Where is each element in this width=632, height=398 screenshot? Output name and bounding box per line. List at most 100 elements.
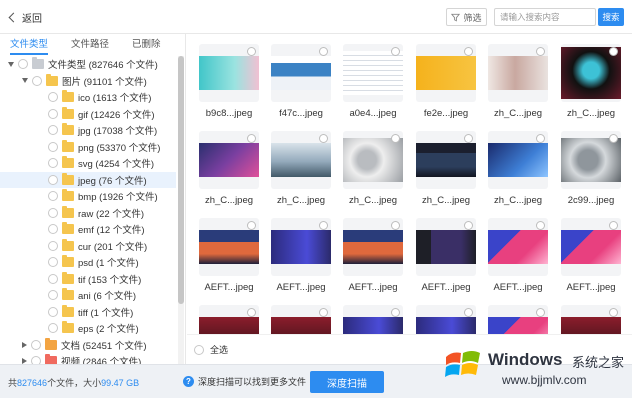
tree-item[interactable]: ico (1613 个文件) [0, 89, 176, 105]
tree-item[interactable]: 视频 (2846 个文件) [0, 353, 176, 364]
tree-item-checkbox[interactable] [48, 207, 58, 218]
thumbnail[interactable] [561, 131, 621, 189]
file-tile[interactable]: zh_C...jpeg [561, 44, 621, 119]
file-tile[interactable]: AEFT...jpeg [488, 218, 548, 293]
scrollbar-thumb[interactable] [178, 56, 184, 304]
select-radio[interactable] [391, 221, 400, 230]
file-tile[interactable]: zh_C...jpeg [199, 131, 259, 206]
tree-item[interactable]: emf (12 个文件) [0, 221, 176, 237]
thumbnail[interactable] [416, 131, 476, 189]
thumbnail[interactable] [343, 44, 403, 102]
thumbnail[interactable] [271, 218, 331, 276]
select-radio[interactable] [319, 47, 328, 56]
sidebar-scrollbar[interactable] [178, 56, 184, 364]
thumbnail[interactable] [561, 218, 621, 276]
tree-item[interactable]: bmp (1926 个文件) [0, 188, 176, 204]
file-tile[interactable]: zh_C...jpeg [271, 131, 331, 206]
file-tile[interactable]: zh_C...jpeg [488, 44, 548, 119]
file-tile[interactable] [488, 305, 548, 334]
file-tile[interactable]: zh_C...jpeg [416, 131, 476, 206]
select-radio[interactable] [536, 47, 545, 56]
tree-item-checkbox[interactable] [48, 224, 58, 234]
tree-item-checkbox[interactable] [48, 290, 58, 300]
tree-item-checkbox[interactable] [48, 306, 58, 317]
thumbnail[interactable] [488, 218, 548, 276]
caret-right-icon[interactable] [22, 341, 27, 348]
tree-item-checkbox[interactable] [48, 108, 58, 119]
tab-file-path[interactable]: 文件路径 [71, 34, 109, 56]
search-button[interactable]: 搜索 [598, 8, 624, 26]
tab-deleted[interactable]: 已删除 [132, 34, 161, 56]
select-radio[interactable] [536, 221, 545, 230]
select-radio[interactable] [464, 47, 473, 56]
file-tile[interactable] [199, 305, 259, 334]
tree-item-checkbox[interactable] [48, 141, 58, 152]
tree-item-checkbox[interactable] [48, 125, 58, 135]
thumbnail[interactable] [488, 44, 548, 102]
select-radio[interactable] [391, 134, 400, 143]
thumbnail[interactable] [416, 44, 476, 102]
select-radio[interactable] [319, 308, 328, 317]
file-tile[interactable]: a0e4...jpeg [343, 44, 403, 119]
tree-item[interactable]: svg (4254 个文件) [0, 155, 176, 171]
file-tile[interactable] [416, 305, 476, 334]
file-tile[interactable]: 2c99...jpeg [561, 131, 621, 206]
select-radio[interactable] [464, 308, 473, 317]
thumbnail[interactable] [343, 131, 403, 189]
select-radio[interactable] [609, 221, 618, 230]
file-tile[interactable]: zh_C...jpeg [343, 131, 403, 206]
tree-item[interactable]: gif (12426 个文件) [0, 106, 176, 122]
thumbnail[interactable] [561, 44, 621, 102]
select-radio[interactable] [609, 134, 618, 143]
select-radio[interactable] [247, 308, 256, 317]
thumbnail[interactable] [488, 131, 548, 189]
thumbnail[interactable] [199, 44, 259, 102]
caret-down-icon[interactable] [22, 78, 28, 83]
file-tile[interactable]: zh_C...jpeg [488, 131, 548, 206]
select-radio[interactable] [464, 221, 473, 230]
select-radio[interactable] [247, 47, 256, 56]
tree-item-checkbox[interactable] [48, 191, 58, 201]
thumbnail[interactable] [488, 305, 548, 334]
search-input[interactable] [494, 8, 596, 26]
file-tile[interactable] [561, 305, 621, 334]
tree-item[interactable]: raw (22 个文件) [0, 205, 176, 221]
select-radio[interactable] [391, 308, 400, 317]
tree-item[interactable]: eps (2 个文件) [0, 320, 176, 336]
file-tile[interactable] [343, 305, 403, 334]
tree-item[interactable]: jpeg (76 个文件) [0, 171, 176, 188]
tree-item-checkbox[interactable] [48, 273, 58, 284]
thumbnail[interactable] [416, 218, 476, 276]
select-radio[interactable] [609, 308, 618, 317]
thumbnail[interactable] [271, 44, 331, 102]
tree-item-checkbox[interactable] [48, 240, 58, 251]
file-tile[interactable]: f47c...jpeg [271, 44, 331, 119]
file-tile[interactable]: fe2e...jpeg [416, 44, 476, 119]
file-tile[interactable]: AEFT...jpeg [416, 218, 476, 293]
tree-item[interactable]: png (53370 个文件) [0, 139, 176, 155]
select-radio[interactable] [247, 221, 256, 230]
tree-item[interactable]: 文件类型 (827646 个文件) [0, 56, 176, 72]
thumbnail[interactable] [416, 305, 476, 334]
thumbnail[interactable] [561, 305, 621, 334]
file-tile[interactable] [271, 305, 331, 334]
thumbnail[interactable] [343, 218, 403, 276]
select-radio[interactable] [391, 47, 400, 56]
deep-scan-button[interactable]: 深度扫描 [310, 371, 384, 393]
select-radio[interactable] [536, 308, 545, 317]
select-all-checkbox[interactable] [194, 344, 204, 355]
tab-file-type[interactable]: 文件类型 [10, 34, 49, 56]
back-button[interactable]: 返回 [8, 10, 42, 25]
select-radio[interactable] [536, 134, 545, 143]
thumbnail[interactable] [271, 131, 331, 189]
filter-button[interactable]: 筛选 [446, 8, 487, 26]
file-tile[interactable]: AEFT...jpeg [561, 218, 621, 293]
caret-down-icon[interactable] [8, 61, 14, 67]
tree-item[interactable]: ani (6 个文件) [0, 287, 176, 303]
file-tile[interactable]: AEFT...jpeg [343, 218, 403, 293]
select-radio[interactable] [319, 134, 328, 143]
tree-item-checkbox[interactable] [31, 339, 41, 350]
tree-item[interactable]: psd (1 个文件) [0, 254, 176, 270]
select-radio[interactable] [319, 221, 328, 230]
thumbnail[interactable] [343, 305, 403, 334]
